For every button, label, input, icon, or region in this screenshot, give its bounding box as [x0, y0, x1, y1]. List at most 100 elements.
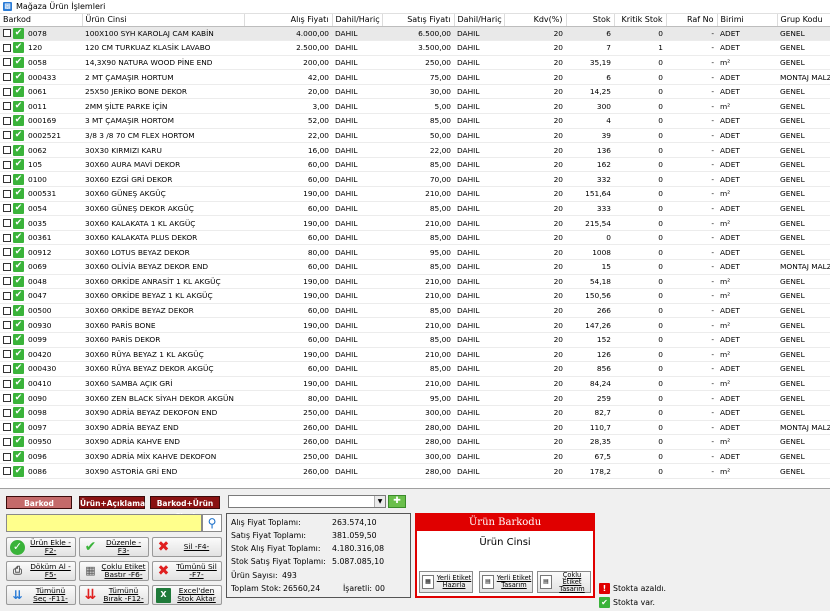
row-checkbox[interactable]: [3, 291, 11, 300]
multi-label-design-button[interactable]: ▤ Çoklu Etiket Tasarım: [537, 571, 591, 593]
column-header[interactable]: Kdv(%): [504, 14, 567, 27]
table-row[interactable]: ✔ 00912 30X60 LOTUS BEYAZ DEKOR 80,00 DAHIL 9…: [0, 244, 830, 260]
row-checkbox[interactable]: [3, 102, 11, 111]
deselect-all-button[interactable]: ⇊ Tümünü Bırak -F12-: [79, 585, 149, 605]
column-header[interactable]: Birimi: [717, 14, 778, 27]
edit-button[interactable]: ✔ Düzenle -F3-: [79, 537, 149, 557]
print-multi-labels-button[interactable]: ▦ Çoklu Etiket Bastır -F6-: [79, 561, 149, 581]
row-checkbox[interactable]: [3, 437, 11, 446]
table-row[interactable]: ✔ 00420 30X60 RÜYA BEYAZ 1 KL AKGÜÇ 190,00 D…: [0, 347, 830, 363]
row-checkbox[interactable]: [3, 350, 11, 359]
table-row[interactable]: ✔ 0096 30X90 ADRİA MİX KAHVE DEKOFON 250,00…: [0, 449, 830, 465]
row-checkbox[interactable]: [3, 379, 11, 388]
column-header[interactable]: Dahil/Hariç: [454, 14, 505, 27]
row-checkbox[interactable]: [3, 364, 11, 373]
filter-barkod-button[interactable]: Barkod: [6, 496, 72, 509]
table-row[interactable]: ✔ 0090 30X60 ZEN BLACK SİYAH DEKOR AKGÜN 80…: [0, 390, 830, 406]
table-row[interactable]: ✔ 0069 30X60 OLİVİA BEYAZ DEKOR END 60,00 DA…: [0, 259, 830, 275]
table-row[interactable]: ✔ 0086 30X90 ASTORİA GRİ END 260,00 DAHIL 280…: [0, 463, 830, 479]
row-checkbox[interactable]: [3, 408, 11, 417]
table-row[interactable]: ✔ 105 30X60 AURA MAVİ DEKOR 60,00 DAHIL 85,00…: [0, 157, 830, 173]
local-label-design-button[interactable]: ▤ Yerli Etiket Tasarım: [479, 571, 533, 593]
row-checkbox[interactable]: [3, 306, 11, 315]
table-cell: MONTAJ MALZEMESİ: [777, 69, 830, 85]
column-header[interactable]: Barkod: [0, 14, 83, 27]
row-checkbox[interactable]: [3, 321, 11, 330]
row-checkbox[interactable]: [3, 189, 11, 198]
table-row[interactable]: ✔ 00361 30X60 KALAKATA PLUS DEKOR 60,00 DAHI…: [0, 230, 830, 246]
row-checkbox[interactable]: [3, 277, 11, 286]
table-row[interactable]: ✔ 0035 30X60 KALAKATA 1 KL AKGÜÇ 190,00 DAHI…: [0, 215, 830, 231]
add-filter-button[interactable]: ✚: [388, 495, 406, 508]
row-checkbox[interactable]: [3, 262, 11, 271]
add-product-button[interactable]: ✓ Ürün Ekle -F2-: [6, 537, 76, 557]
prepare-local-label-button[interactable]: ▦ Yerli Etiket Hazırla: [419, 571, 473, 593]
row-checkbox[interactable]: [3, 452, 11, 461]
column-header[interactable]: Alış Fiyatı: [244, 14, 333, 27]
row-checkbox[interactable]: [3, 146, 11, 155]
column-header[interactable]: Ürün Cinsi: [82, 14, 245, 27]
row-checkbox[interactable]: [3, 43, 11, 52]
table-row[interactable]: ✔ 00930 30X60 PARİS BONE 190,00 DAHIL 210,00 D…: [0, 317, 830, 333]
table-cell: 260,00: [244, 420, 332, 436]
row-checkbox[interactable]: [3, 204, 11, 213]
product-grid[interactable]: Barkod Ürün Cinsi Alış Fiyatı Dahil/Hariç Sa…: [0, 14, 830, 488]
column-header[interactable]: Stok: [566, 14, 615, 27]
table-row[interactable]: ✔ 0048 30X60 ORKİDE ANRASİT 1 KL AKGÜÇ 190,…: [0, 274, 830, 290]
table-row[interactable]: ✔ 0100 30X60 EZGİ GRİ DEKOR 60,00 DAHIL 70,00…: [0, 171, 830, 188]
print-list-button[interactable]: ⎙ Döküm Al -F5-: [6, 561, 76, 581]
column-header[interactable]: Raf No: [666, 14, 718, 27]
column-header[interactable]: Satış Fiyatı: [382, 14, 455, 27]
table-cell: GENEL: [777, 244, 830, 260]
row-checkbox[interactable]: [3, 73, 11, 82]
table-row[interactable]: ✔ 000430 30X60 RÜYA BEYAZ DEKOR AKGÜÇ 60,00…: [0, 361, 830, 377]
table-row[interactable]: ✔ 000433 2 MT ÇAMAŞIR HORTUM 42,00 DAHIL 75,0…: [0, 69, 830, 85]
row-checkbox[interactable]: [3, 219, 11, 228]
row-checkbox[interactable]: [3, 175, 11, 184]
table-row[interactable]: ✔ 00500 30X60 ORKİDE BEYAZ DEKOR 60,00 DAHIL…: [0, 303, 830, 319]
table-row[interactable]: ✔ 000531 30X60 GÜNEŞ AKGÜÇ 190,00 DAHIL 210,0…: [0, 186, 830, 202]
row-checkbox[interactable]: [3, 58, 11, 67]
table-row[interactable]: ✔ 0097 30X90 ADRİA BEYAZ END 260,00 DAHIL 280…: [0, 420, 830, 436]
search-button[interactable]: ⚲: [202, 514, 222, 532]
table-row[interactable]: ✔ 0047 30X60 ORKİDE BEYAZ 1 KL AKGÜÇ 190,00…: [0, 288, 830, 304]
row-checkbox[interactable]: [3, 394, 11, 403]
row-checkbox[interactable]: [3, 87, 11, 96]
table-row[interactable]: ✔ 0099 30X60 PARİS DEKOR 60,00 DAHIL 85,00 DAH…: [0, 332, 830, 348]
table-row[interactable]: ✔ 0062 30X30 KIRMIZI KARU 16,00 DAHIL 22,00 DA…: [0, 142, 830, 158]
column-header[interactable]: Kritik Stok: [614, 14, 667, 27]
row-checkbox[interactable]: [3, 131, 11, 140]
filter-urun-aciklama-button[interactable]: Ürün+Açıklama: [79, 496, 145, 509]
table-row[interactable]: ✔ 0098 30X90 ADRİA BEYAZ DEKOFON END 250,00…: [0, 405, 830, 421]
table-row[interactable]: ✔ 120 120 CM TURKUAZ KLASİK LAVABO 2.500,00…: [0, 40, 830, 56]
row-checkbox[interactable]: [3, 233, 11, 242]
chevron-down-icon[interactable]: ▼: [374, 496, 385, 507]
row-checkbox[interactable]: [3, 29, 11, 38]
table-row[interactable]: ✔ 0058 14,3X90 NATURA WOOD PİNE END 200,00 D…: [0, 55, 830, 71]
table-row[interactable]: ✔ 0002521 3/8 3 /8 70 CM FLEX HORTOM 22,00 D…: [0, 128, 830, 144]
table-row[interactable]: ✔ 00950 30X90 ADRİA KAHVE END 260,00 DAHIL 28…: [0, 434, 830, 450]
column-header[interactable]: Dahil/Hariç: [332, 14, 383, 27]
search-input[interactable]: [6, 514, 202, 532]
table-row[interactable]: ✔ 0078 100X100 SYH KAROLAJ CAM KABİN 4.000,…: [0, 26, 830, 42]
table-row[interactable]: ✔ 0061 25X50 JERİKO BONE DEKOR 20,00 DAHIL 30…: [0, 84, 830, 100]
table-row[interactable]: ✔ 0054 30X60 GÜNEŞ DEKOR AKGÜÇ 60,00 DAHIL 85…: [0, 201, 830, 217]
delete-button[interactable]: ✖ Sil -F4-: [152, 537, 222, 557]
excel-import-button[interactable]: X Excel'den Stok Aktar: [152, 585, 222, 605]
filter-barkod-urun-button[interactable]: Barkod+Ürün Cinsi: [150, 496, 220, 521]
row-checkbox[interactable]: [3, 248, 11, 257]
row-checkbox[interactable]: [3, 423, 11, 432]
row-checkbox[interactable]: [3, 335, 11, 344]
column-header[interactable]: Grup Kodu: [777, 14, 830, 27]
row-checkbox[interactable]: [3, 160, 11, 169]
table-row[interactable]: ✔ 000169 3 MT ÇAMAŞIR HORTOM 52,00 DAHIL 85,0…: [0, 113, 830, 129]
table-row[interactable]: ✔ 0011 2MM ŞİLTE PARKE İÇİN 3,00 DAHIL 5,00 DA…: [0, 98, 830, 115]
filter-combo[interactable]: ▼: [228, 495, 386, 508]
delete-all-button[interactable]: ✖ Tümünü Sil -F7-: [152, 561, 222, 581]
row-checkbox[interactable]: [3, 467, 11, 476]
select-all-button[interactable]: ⇊ Tümünü Seç -F11-: [6, 585, 76, 605]
table-cell: 14,25: [566, 84, 614, 100]
table-row[interactable]: ✔ 00410 30X60 SAMBA AÇIK GRİ 190,00 DAHIL 210…: [0, 376, 830, 392]
barcode-cell: ✔ 0097: [0, 420, 82, 436]
row-checkbox[interactable]: [3, 116, 11, 125]
